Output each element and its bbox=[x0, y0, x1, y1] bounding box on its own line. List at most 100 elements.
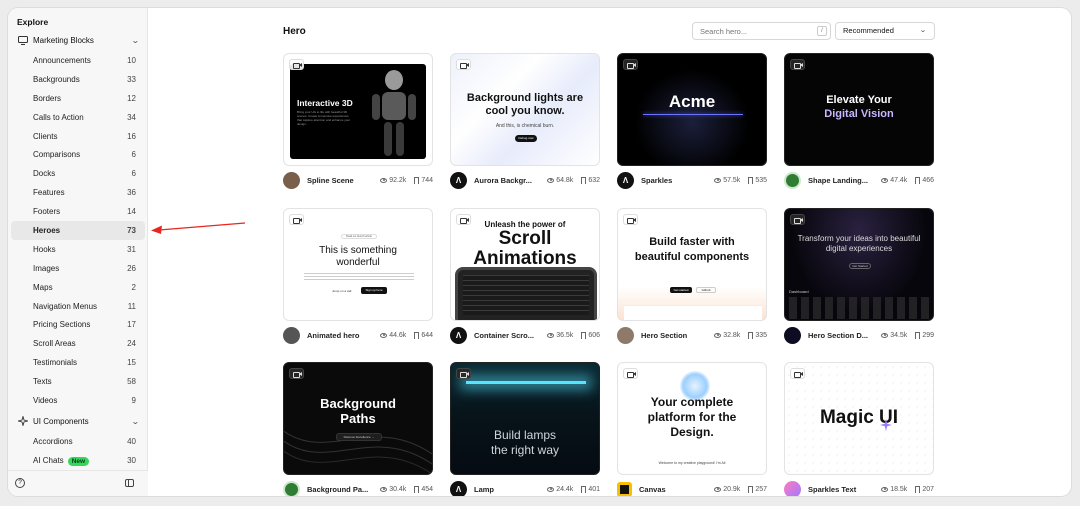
sidebar-item-videos[interactable]: Videos 9 bbox=[11, 391, 145, 410]
sidebar-item-ai-chats[interactable]: AI Chats New 30 bbox=[11, 451, 145, 470]
component-card[interactable]: Your complete platform for the Design. W… bbox=[617, 362, 767, 496]
card-thumbnail[interactable]: Elevate Your Digital Vision bbox=[784, 53, 934, 166]
card-title[interactable]: Hero Section D... bbox=[808, 331, 877, 340]
thumb-text: Bring your UIs to life with beautiful 3D… bbox=[297, 110, 351, 126]
views-stat: 30.4k bbox=[380, 486, 406, 493]
video-icon bbox=[289, 214, 304, 225]
component-card[interactable]: Background Paths Discover Excellence → B… bbox=[283, 362, 433, 496]
sidebar-item-count: 15 bbox=[127, 358, 136, 368]
card-title[interactable]: Lamp bbox=[474, 485, 543, 494]
card-title[interactable]: Shape Landing... bbox=[808, 176, 877, 185]
sidebar-item-count: 26 bbox=[127, 263, 136, 273]
card-thumbnail[interactable]: Build faster with beautiful components G… bbox=[617, 208, 767, 321]
sidebar-item-label: Calls to Action bbox=[33, 112, 84, 122]
card-thumbnail[interactable]: Build lamps the right way bbox=[450, 362, 600, 475]
annotation-arrow bbox=[151, 222, 246, 234]
views-stat: 44.6k bbox=[380, 332, 406, 339]
card-thumbnail[interactable]: Unleash the power of Scroll Animations bbox=[450, 208, 600, 321]
card-thumbnail[interactable]: Background lights are cool you know. And… bbox=[450, 53, 600, 166]
component-card[interactable]: Elevate Your Digital Vision Shape Landin… bbox=[784, 53, 934, 189]
sidebar-item-docks[interactable]: Docks 6 bbox=[11, 164, 145, 183]
card-title[interactable]: Container Scro... bbox=[474, 331, 543, 340]
help-icon[interactable]: ? bbox=[15, 478, 25, 488]
sidebar-toggle-icon[interactable] bbox=[125, 479, 134, 487]
saves-count: 535 bbox=[755, 176, 767, 184]
sort-select[interactable]: Recommended ⌄ bbox=[835, 22, 935, 40]
views-stat: 24.4k bbox=[547, 486, 573, 493]
avatar bbox=[283, 480, 300, 496]
sort-select-value: Recommended bbox=[843, 26, 894, 35]
thumb-button: Get started bbox=[670, 287, 692, 293]
saves-count: 257 bbox=[755, 485, 767, 493]
saves-stat: 207 bbox=[911, 485, 934, 493]
eye-icon bbox=[380, 486, 388, 492]
sidebar-item-footers[interactable]: Footers 14 bbox=[11, 202, 145, 221]
sidebar-item-count: 36 bbox=[127, 188, 136, 198]
sidebar-item-testimonials[interactable]: Testimonials 15 bbox=[11, 353, 145, 372]
sidebar-item-accordions[interactable]: Accordions 40 bbox=[11, 432, 145, 451]
views-stat: 36.5k bbox=[547, 332, 573, 339]
card-title[interactable]: Animated hero bbox=[307, 331, 376, 340]
sidebar-item-images[interactable]: Images 26 bbox=[11, 259, 145, 278]
sidebar-item-texts[interactable]: Texts 58 bbox=[11, 372, 145, 391]
sidebar-item-maps[interactable]: Maps 2 bbox=[11, 278, 145, 297]
sidebar-item-hooks[interactable]: Hooks 31 bbox=[11, 240, 145, 259]
card-title[interactable]: Background Pa... bbox=[307, 485, 376, 494]
card-title[interactable]: Spline Scene bbox=[307, 176, 376, 185]
search-input[interactable] bbox=[692, 22, 831, 40]
card-title[interactable]: Canvas bbox=[639, 485, 710, 494]
card-thumbnail[interactable]: Read our launch article This is somethin… bbox=[283, 208, 433, 321]
views-count: 44.6k bbox=[389, 331, 407, 339]
sidebar-group-ui-components[interactable]: UI Components ⌄ bbox=[8, 411, 148, 431]
card-meta: Spline Scene 92.2k 744 bbox=[283, 170, 433, 190]
views-count: 36.5k bbox=[556, 331, 574, 339]
sidebar-item-comparisons[interactable]: Comparisons 6 bbox=[11, 145, 145, 164]
sidebar-item-count: 10 bbox=[127, 55, 136, 65]
sidebar-item-features[interactable]: Features 36 bbox=[11, 183, 145, 202]
sidebar-item-pricing-sections[interactable]: Pricing Sections 17 bbox=[11, 315, 145, 334]
avatar: Λ bbox=[450, 171, 467, 189]
card-thumbnail[interactable]: Your complete platform for the Design. W… bbox=[617, 362, 767, 475]
sidebar-item-calls-to-action[interactable]: Calls to Action 34 bbox=[11, 108, 145, 127]
thumb-dashboard-label: Dashboard bbox=[789, 289, 809, 294]
bookmark-icon bbox=[581, 485, 587, 493]
sidebar-item-announcements[interactable]: Announcements 10 bbox=[11, 51, 145, 70]
sidebar-item-backgrounds[interactable]: Backgrounds 33 bbox=[11, 70, 145, 89]
card-thumbnail[interactable]: Magic UI bbox=[784, 362, 934, 475]
card-title[interactable]: Sparkles Text bbox=[808, 485, 877, 494]
card-thumbnail[interactable]: Background Paths Discover Excellence → bbox=[283, 362, 433, 475]
sidebar-item-navigation-menus[interactable]: Navigation Menus 11 bbox=[11, 297, 145, 316]
bookmark-icon bbox=[915, 485, 921, 493]
sidebar-group-marketing-blocks[interactable]: Marketing Blocks ⌄ bbox=[8, 30, 148, 50]
thumb-button: Discover Excellence → bbox=[336, 433, 382, 441]
component-card[interactable]: Background lights are cool you know. And… bbox=[450, 53, 600, 189]
bookmark-icon bbox=[748, 485, 754, 493]
thumb-title: Magic UI bbox=[819, 407, 899, 428]
component-card[interactable]: Acme Λ Sparkles 57.5k 535 bbox=[617, 53, 767, 189]
component-card[interactable]: Transform your ideas into beautiful digi… bbox=[784, 208, 934, 344]
card-thumbnail[interactable]: Acme bbox=[617, 53, 767, 166]
card-thumbnail[interactable]: Transform your ideas into beautiful digi… bbox=[784, 208, 934, 321]
component-card[interactable]: Magic UI Sparkles Text 18.5k 207 bbox=[784, 362, 934, 496]
component-card[interactable]: Unleash the power of Scroll Animations Λ… bbox=[450, 208, 600, 344]
component-card[interactable]: Build lamps the right way Λ Lamp 24.4k 4… bbox=[450, 362, 600, 496]
component-card[interactable]: Build faster with beautiful components G… bbox=[617, 208, 767, 344]
card-title[interactable]: Aurora Backgr... bbox=[474, 176, 543, 185]
sidebar-item-scroll-areas[interactable]: Scroll Areas 24 bbox=[11, 334, 145, 353]
sidebar-item-heroes[interactable]: Heroes 73 bbox=[11, 221, 145, 240]
card-thumbnail[interactable]: Interactive 3D Bring your UIs to life wi… bbox=[283, 53, 433, 166]
sidebar-item-clients[interactable]: Clients 16 bbox=[11, 127, 145, 146]
sidebar-item-label: Images bbox=[33, 263, 60, 273]
card-meta: Λ Lamp 24.4k 401 bbox=[450, 479, 600, 496]
chevron-down-icon: ⌄ bbox=[919, 27, 927, 34]
sidebar-item-label: Maps bbox=[33, 282, 53, 292]
component-card[interactable]: Interactive 3D Bring your UIs to life wi… bbox=[283, 53, 433, 189]
sidebar-item-label: Scroll Areas bbox=[33, 339, 76, 349]
saves-stat: 401 bbox=[577, 485, 600, 493]
component-card[interactable]: Read our launch article This is somethin… bbox=[283, 208, 433, 344]
card-title[interactable]: Hero Section bbox=[641, 331, 710, 340]
sidebar-item-borders[interactable]: Borders 12 bbox=[11, 89, 145, 108]
bookmark-icon bbox=[414, 331, 420, 339]
thumb-title: Background lights are cool you know. bbox=[466, 92, 584, 117]
card-title[interactable]: Sparkles bbox=[641, 176, 710, 185]
